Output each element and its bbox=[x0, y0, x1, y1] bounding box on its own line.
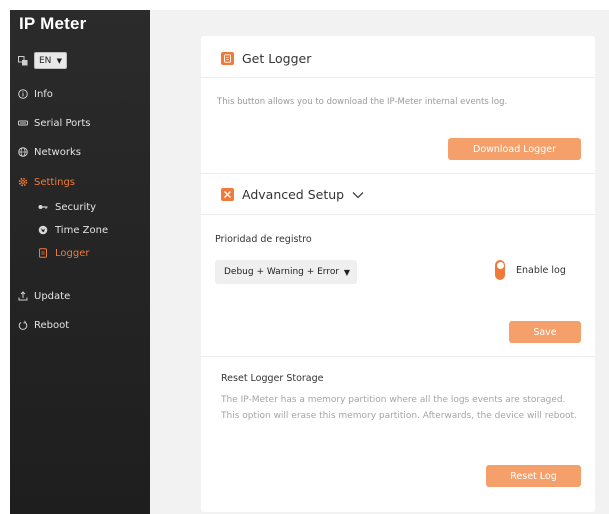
upload-icon bbox=[18, 291, 28, 301]
key-icon bbox=[38, 202, 48, 212]
language-row: EN ▼ bbox=[18, 52, 67, 69]
enable-log-toggle[interactable] bbox=[495, 260, 505, 280]
sidebar-subitem-label: Logger bbox=[55, 247, 90, 259]
priority-label: Prioridad de registro bbox=[215, 234, 312, 245]
chevron-down-icon: ▼ bbox=[56, 56, 62, 65]
sidebar-subitem-logger[interactable]: Logger bbox=[38, 246, 89, 260]
sidebar-subitem-time-zone[interactable]: Time Zone bbox=[38, 223, 108, 237]
power-icon bbox=[18, 320, 28, 330]
chevron-down-icon: ▼ bbox=[343, 267, 350, 277]
sidebar-item-label: Info bbox=[34, 88, 53, 100]
chevron-down-icon bbox=[352, 187, 364, 202]
reset-log-button[interactable]: Reset Log bbox=[486, 465, 581, 487]
logger-card: Get Logger This button allows you to dow… bbox=[201, 36, 595, 512]
app-frame: IP Meter EN ▼ Info Serial Ports Networks… bbox=[10, 10, 609, 514]
get-logger-header: Get Logger bbox=[221, 51, 311, 66]
serial-port-icon bbox=[18, 118, 28, 128]
sidebar-item-label: Settings bbox=[34, 176, 76, 188]
sidebar-item-serial-ports[interactable]: Serial Ports bbox=[18, 116, 91, 130]
gear-icon bbox=[18, 177, 28, 187]
app-title: IP Meter bbox=[19, 14, 87, 33]
document-icon bbox=[38, 248, 48, 258]
divider bbox=[201, 173, 595, 174]
sidebar-subitem-label: Security bbox=[55, 201, 97, 213]
globe-icon bbox=[18, 147, 28, 157]
get-logger-title: Get Logger bbox=[242, 51, 312, 66]
advanced-setup-title: Advanced Setup bbox=[242, 187, 345, 202]
language-select[interactable]: EN ▼ bbox=[34, 52, 67, 69]
divider bbox=[201, 356, 595, 357]
sidebar-subitem-security[interactable]: Security bbox=[38, 200, 96, 214]
sidebar-subitem-label: Time Zone bbox=[55, 224, 109, 236]
sidebar-item-networks[interactable]: Networks bbox=[18, 145, 81, 159]
advanced-setup-header[interactable]: Advanced Setup bbox=[221, 187, 364, 202]
sidebar-item-update[interactable]: Update bbox=[18, 289, 70, 303]
priority-select[interactable]: Debug + Warning + Error ▼ bbox=[215, 260, 357, 284]
priority-value: Debug + Warning + Error bbox=[224, 267, 340, 277]
reset-storage-title: Reset Logger Storage bbox=[221, 373, 324, 384]
info-icon bbox=[18, 89, 28, 99]
get-logger-description: This button allows you to download the I… bbox=[217, 97, 508, 107]
divider bbox=[201, 77, 595, 78]
tools-icon bbox=[221, 188, 234, 201]
divider bbox=[201, 214, 595, 215]
sidebar-item-label: Networks bbox=[34, 146, 81, 158]
enable-log-label: Enable log bbox=[516, 265, 566, 276]
toggle-knob bbox=[496, 261, 504, 269]
sidebar-item-label: Serial Ports bbox=[34, 117, 91, 129]
download-logger-button[interactable]: Download Logger bbox=[448, 138, 581, 160]
sidebar-item-info[interactable]: Info bbox=[18, 87, 53, 101]
sidebar: IP Meter EN ▼ Info Serial Ports Networks… bbox=[10, 10, 150, 514]
language-value: EN bbox=[39, 55, 52, 66]
main-content: Get Logger This button allows you to dow… bbox=[150, 10, 609, 514]
sidebar-item-settings[interactable]: Settings bbox=[18, 175, 75, 189]
sidebar-item-label: Update bbox=[34, 290, 71, 302]
sidebar-item-label: Reboot bbox=[34, 319, 70, 331]
sidebar-item-reboot[interactable]: Reboot bbox=[18, 318, 69, 332]
reset-storage-description: The IP-Meter has a memory partition wher… bbox=[221, 395, 577, 421]
globe-clock-icon bbox=[38, 225, 48, 235]
translate-icon bbox=[18, 55, 28, 66]
save-button[interactable]: Save bbox=[509, 321, 581, 343]
document-icon bbox=[221, 52, 234, 65]
